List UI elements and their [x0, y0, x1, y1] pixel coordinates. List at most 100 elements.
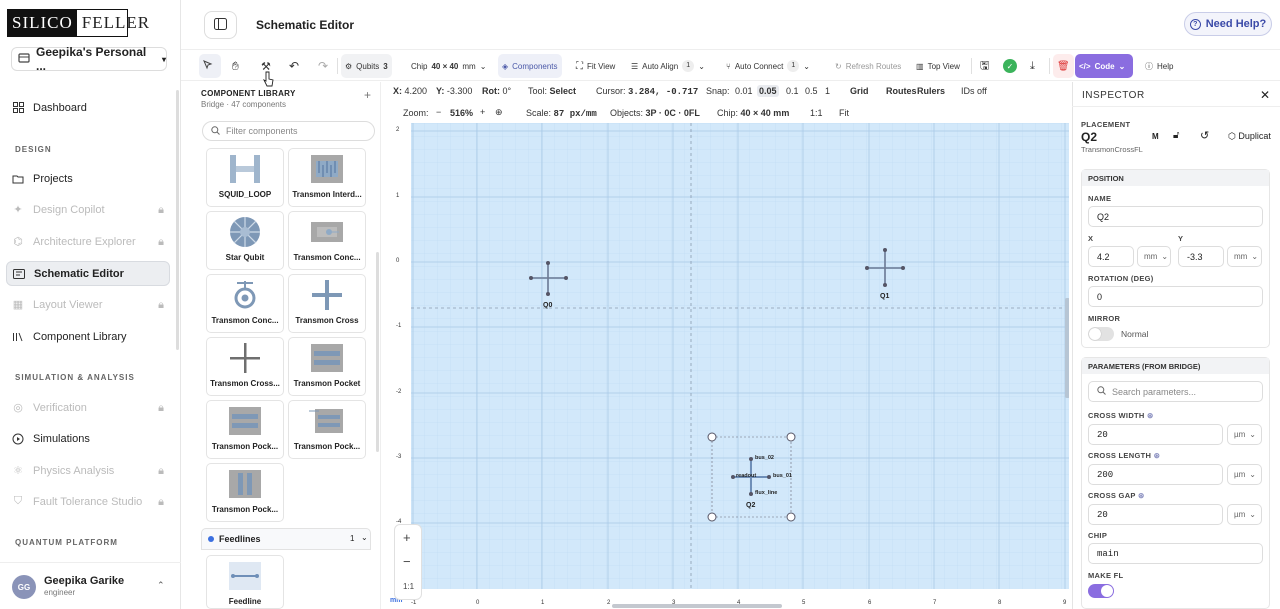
x-unit-select[interactable]: mm ⌄: [1137, 246, 1171, 267]
nav-projects[interactable]: Projects: [6, 166, 170, 191]
nav-verification[interactable]: ◎ Verification 🔒︎: [6, 395, 170, 420]
download-button[interactable]: ⤓: [1026, 54, 1039, 78]
library-item-transmon-pock-1[interactable]: Transmon Pock...: [206, 400, 284, 459]
chip-input[interactable]: main: [1088, 543, 1263, 564]
user-menu[interactable]: GG Geepika Garike engineer ⌃: [0, 562, 181, 609]
shield-icon: ⛉: [13, 495, 23, 507]
nav-dashboard[interactable]: Dashboard: [6, 95, 170, 120]
zoom-out-button[interactable]: −: [436, 107, 441, 117]
library-scrollbar[interactable]: [376, 252, 379, 452]
cross-length-input[interactable]: 200: [1088, 464, 1223, 485]
workspace-name: Geepika's Personal ...: [36, 45, 147, 73]
refresh-routes-button[interactable]: ↻ Refresh Routes: [831, 54, 905, 78]
rotation-input[interactable]: 0: [1088, 286, 1263, 307]
qubits-count-button[interactable]: ⚙ Qubits 3: [341, 54, 392, 78]
cross-width-unit-select[interactable]: µm ⌄: [1227, 424, 1262, 445]
app-header: Schematic Editor ? Need Help?: [181, 0, 1280, 50]
filter-components-input[interactable]: Filter components: [202, 121, 375, 141]
nav-design-copilot[interactable]: ✦ Design Copilot 🔒︎: [6, 197, 170, 222]
auto-align-button[interactable]: ☰ Auto Align 1 ⌄: [627, 54, 709, 78]
duplicate-button[interactable]: ⬡ Duplicat: [1228, 131, 1271, 142]
library-item-squid-loop[interactable]: SQUID_LOOP: [206, 148, 284, 207]
rulers-toggle[interactable]: Rulers: [917, 86, 945, 96]
feedlines-section-header[interactable]: Feedlines 1 ⌄: [201, 528, 371, 550]
canvas-grid: [411, 123, 1069, 589]
lock-icon[interactable]: 🔓︎: [1173, 130, 1179, 141]
sparkle-icon: ✦: [13, 204, 23, 216]
nav-schematic-editor[interactable]: Schematic Editor: [6, 261, 170, 286]
component-thumbnail: [227, 405, 263, 437]
nav-architecture-explorer[interactable]: ⌬ Architecture Explorer 🔒︎: [6, 229, 170, 254]
close-icon[interactable]: ✕: [1260, 88, 1270, 102]
schematic-canvas[interactable]: Q0 Q1 Q2 bus_02 readout bus_01 flux_line: [411, 123, 1069, 589]
x-input[interactable]: 4.2: [1088, 246, 1134, 267]
grid-toggle[interactable]: Grid: [850, 86, 869, 96]
auto-connect-button[interactable]: ⑂ Auto Connect 1 ⌄: [722, 54, 814, 78]
add-component-button[interactable]: +: [364, 88, 371, 102]
top-view-button[interactable]: ▥ Top View: [912, 54, 964, 78]
zoom-in-button[interactable]: +: [403, 530, 411, 545]
one-to-one-button[interactable]: 1:1: [810, 108, 823, 118]
snap-option-0.5[interactable]: 0.5: [805, 86, 818, 96]
library-item-transmon-pock-2[interactable]: Transmon Pock...: [288, 400, 366, 459]
delete-button[interactable]: 🗑︎: [1053, 54, 1074, 78]
sidebar-scrollbar[interactable]: [176, 90, 179, 350]
snap-option-0.01[interactable]: 0.01: [735, 86, 753, 96]
zoom-in-button[interactable]: +: [480, 107, 485, 117]
nav-physics-analysis[interactable]: ⚛ Physics Analysis 🔒︎: [6, 458, 170, 483]
snap-option-1[interactable]: 1: [825, 86, 830, 96]
library-item-transmon-cross-fl[interactable]: Transmon Cross...: [206, 337, 284, 396]
library-item-transmon-pocket[interactable]: Transmon Pocket: [288, 337, 366, 396]
redo-button[interactable]: ↷: [314, 54, 332, 78]
library-item-star-qubit[interactable]: Star Qubit: [206, 211, 284, 270]
zoom-out-button[interactable]: −: [403, 554, 411, 569]
nav-layout-viewer[interactable]: ▦ Layout Viewer 🔒︎: [6, 292, 170, 317]
section-simulation: SIMULATION & ANALYSIS: [15, 373, 135, 382]
select-tool-button[interactable]: [199, 54, 221, 78]
nav-component-library[interactable]: Component Library: [6, 324, 170, 349]
library-item-feedline[interactable]: Feedline: [206, 555, 284, 609]
library-item-transmon-cross[interactable]: Transmon Cross: [288, 274, 366, 333]
snap-option-0.05[interactable]: 0.05: [757, 85, 779, 97]
workspace-selector[interactable]: Geepika's Personal ... ▾: [11, 45, 167, 73]
chip-size-select[interactable]: Chip 40 × 40 mm ⌄: [407, 54, 490, 78]
info-icon: ⊛: [1147, 411, 1154, 420]
toggle-sidebar-button[interactable]: [204, 11, 237, 39]
pan-tool-button[interactable]: ✋︎: [228, 54, 243, 78]
mirror-toggle[interactable]: [1088, 327, 1114, 341]
reset-icon[interactable]: ↺: [1200, 129, 1209, 142]
canvas-horizontal-scrollbar[interactable]: [612, 604, 782, 608]
y-input[interactable]: -3.3: [1178, 246, 1224, 267]
routes-toggle[interactable]: Routes: [886, 86, 917, 96]
ids-toggle[interactable]: IDs off: [961, 86, 987, 96]
make-fl-toggle[interactable]: [1088, 584, 1114, 598]
library-item-transmon-interd[interactable]: Transmon Interd...: [288, 148, 366, 207]
snap-option-0.1[interactable]: 0.1: [786, 86, 799, 96]
y-unit-select[interactable]: mm ⌄: [1227, 246, 1262, 267]
undo-button[interactable]: ↶: [285, 54, 303, 78]
fit-view-button[interactable]: ⛶ Fit View: [572, 54, 619, 78]
fit-button[interactable]: Fit: [839, 108, 849, 118]
nav-fault-tolerance[interactable]: ⛉ Fault Tolerance Studio 🔒︎: [6, 489, 170, 514]
library-item-transmon-pock-3[interactable]: Transmon Pock...: [206, 463, 284, 522]
library-item-transmon-conc-1[interactable]: Transmon Conc...: [288, 211, 366, 270]
need-help-button[interactable]: ? Need Help?: [1184, 12, 1272, 36]
name-input[interactable]: Q2: [1088, 206, 1263, 227]
target-icon[interactable]: ⊕: [495, 107, 503, 118]
cross-gap-input[interactable]: 20: [1088, 504, 1223, 525]
cross-gap-unit-select[interactable]: µm ⌄: [1227, 504, 1262, 525]
help-button[interactable]: ⓘ Help: [1141, 54, 1177, 78]
components-button[interactable]: ◈ Components: [498, 54, 562, 78]
cross-length-unit-select[interactable]: µm ⌄: [1227, 464, 1262, 485]
save-button[interactable]: 🖫: [976, 54, 993, 78]
search-parameters-input[interactable]: Search parameters...: [1088, 381, 1263, 402]
code-button[interactable]: </> Code ⌄: [1075, 54, 1133, 78]
nav-simulations[interactable]: Simulations: [6, 426, 170, 451]
lock-icon: 🔒︎: [158, 496, 164, 508]
brand-logo[interactable]: SILICO FELLER: [7, 9, 149, 37]
zoom-reset-button[interactable]: 1:1: [403, 582, 414, 591]
cross-width-input[interactable]: 20: [1088, 424, 1223, 445]
component-thumbnail: [309, 153, 345, 185]
library-item-transmon-conc-2[interactable]: Transmon Conc...: [206, 274, 284, 333]
name-label: NAME: [1088, 194, 1112, 203]
